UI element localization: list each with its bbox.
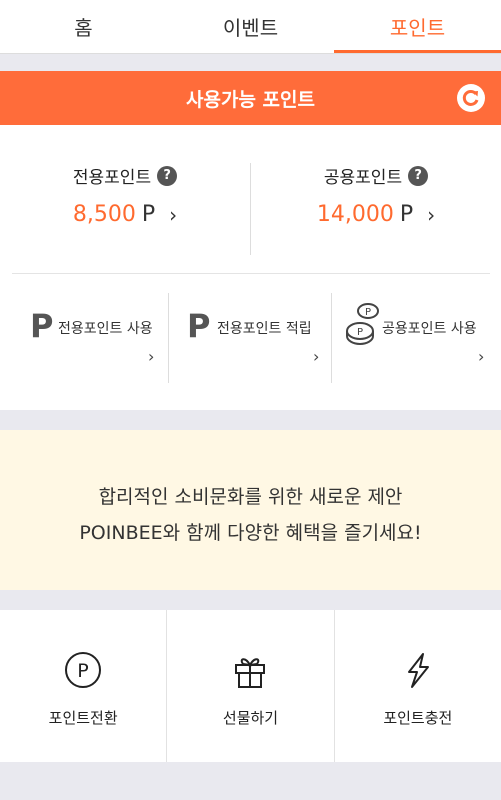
- coins-icon: P P: [344, 301, 384, 349]
- p-letter-icon: P: [187, 307, 211, 345]
- promo-banner: 합리적인 소비문화를 위한 새로운 제안 POINBEE와 함께 다양한 혜택을…: [0, 430, 501, 590]
- tab-event[interactable]: 이벤트: [167, 0, 334, 53]
- menu-label: 포인트전환: [48, 709, 118, 727]
- menu-point-charge[interactable]: 포인트충전: [335, 610, 501, 762]
- question-icon[interactable]: ?: [157, 165, 178, 186]
- action-label: 공용포인트 사용: [382, 321, 477, 337]
- svg-text:P: P: [365, 307, 371, 318]
- chevron-right-icon: ›: [148, 347, 155, 366]
- refresh-icon[interactable]: [457, 84, 485, 112]
- chevron-right-icon: ›: [313, 347, 320, 366]
- svg-text:P: P: [357, 327, 363, 338]
- action-label: 전용포인트 사용: [58, 321, 153, 337]
- top-tab-bar: 홈 이벤트 포인트: [0, 0, 501, 54]
- tab-point[interactable]: 포인트: [334, 0, 501, 53]
- divider: [12, 273, 490, 274]
- available-points-banner: 사용가능 포인트: [0, 71, 501, 125]
- promo-line-2: POINBEE와 함께 다양한 혜택을 즐기세요!: [79, 522, 422, 544]
- exclusive-points[interactable]: 전용포인트 ? 8,500 P ›: [0, 163, 250, 227]
- shared-points[interactable]: 공용포인트 ? 14,000 P ›: [251, 163, 501, 227]
- chevron-right-icon: ›: [478, 347, 485, 366]
- action-shared-use[interactable]: P P 공용포인트 사용 ›: [332, 285, 501, 385]
- point-circle-icon: P: [63, 650, 103, 690]
- shared-points-label: 공용포인트: [323, 168, 403, 188]
- exclusive-points-value: 8,500: [72, 202, 136, 227]
- chevron-right-icon: ›: [427, 202, 436, 227]
- menu-point-convert[interactable]: P 포인트전환: [0, 610, 168, 762]
- question-icon[interactable]: ?: [408, 165, 429, 186]
- points-card: 전용포인트 ? 8,500 P › 공용포인트 ? 14,000 P › P 전…: [0, 125, 501, 410]
- action-label: 전용포인트 적립: [217, 321, 312, 337]
- svg-text:P: P: [77, 660, 88, 682]
- gift-icon: [230, 650, 270, 690]
- p-letter-icon: P: [30, 307, 54, 345]
- menu-label: 포인트충전: [383, 709, 453, 727]
- shared-points-unit: P: [399, 202, 414, 227]
- menu-label: 선물하기: [222, 709, 279, 727]
- action-exclusive-use[interactable]: P 전용포인트 사용 ›: [0, 285, 168, 385]
- bottom-menu: P 포인트전환 선물하기 포인트충전: [0, 610, 501, 762]
- promo-line-1: 합리적인 소비문화를 위한 새로운 제안: [98, 486, 403, 508]
- action-exclusive-earn[interactable]: P 전용포인트 적립 ›: [169, 285, 331, 385]
- lightning-icon: [398, 650, 438, 690]
- chevron-right-icon: ›: [169, 202, 178, 227]
- menu-gift[interactable]: 선물하기: [167, 610, 335, 762]
- shared-points-value: 14,000: [316, 202, 394, 227]
- exclusive-points-label: 전용포인트: [72, 168, 152, 188]
- banner-title: 사용가능 포인트: [186, 88, 315, 111]
- exclusive-points-unit: P: [141, 202, 156, 227]
- tab-home[interactable]: 홈: [0, 0, 167, 53]
